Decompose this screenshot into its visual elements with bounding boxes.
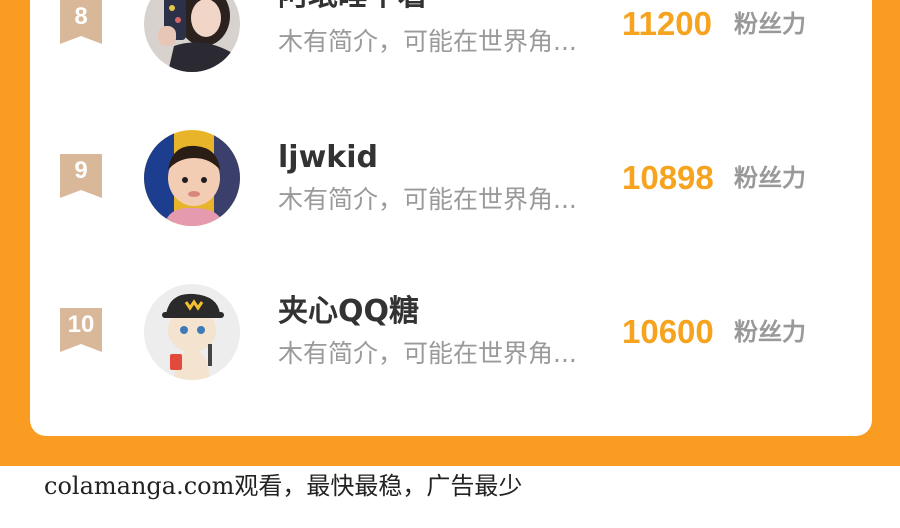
fan-score: 10898	[622, 159, 714, 196]
fan-score-unit: 粉丝力	[734, 10, 806, 38]
user-name: ljwkid	[278, 140, 378, 175]
fan-score-unit: 粉丝力	[734, 318, 806, 346]
user-name: 夹心QQ糖	[278, 294, 420, 329]
user-bio: 木有简介，可能在世界角...	[278, 339, 577, 368]
rank-number: 8	[74, 3, 88, 30]
user-bio: 木有简介，可能在世界角...	[278, 185, 577, 214]
child-avatar[interactable]	[144, 130, 240, 226]
ranking-row[interactable]: 9 ljwkid 木有简介，可能在世界角... 10898 粉丝力	[30, 118, 872, 238]
user-bio: 木有简介，可能在世界角...	[278, 27, 577, 56]
fan-score: 10600	[622, 313, 714, 350]
rank-badge: 8	[60, 0, 102, 44]
cat-with-cap-avatar[interactable]	[144, 284, 240, 380]
watermark-text: colamanga.com观看，最快最稳，广告最少	[44, 472, 523, 500]
page: 8 阿珉睡不着 木有简介，可能在世界角... 11200 粉丝力	[0, 0, 900, 528]
fan-score-unit: 粉丝力	[734, 164, 806, 192]
rank-number: 9	[74, 157, 88, 184]
fan-score: 11200	[622, 5, 712, 42]
ranking-card: 8 阿珉睡不着 木有简介，可能在世界角... 11200 粉丝力	[30, 0, 872, 436]
rank-badge: 10	[60, 308, 102, 352]
ranking-row[interactable]: 10 夹心QQ糖 木有简介，可能在世界角... 10600 粉丝力	[30, 272, 872, 392]
ranking-row[interactable]: 8 阿珉睡不着 木有简介，可能在世界角... 11200 粉丝力	[30, 0, 872, 84]
rank-badge: 9	[60, 154, 102, 198]
rank-number: 10	[67, 311, 95, 338]
user-name: 阿珉睡不着	[278, 0, 428, 14]
girl-with-phone-avatar[interactable]	[144, 0, 240, 72]
